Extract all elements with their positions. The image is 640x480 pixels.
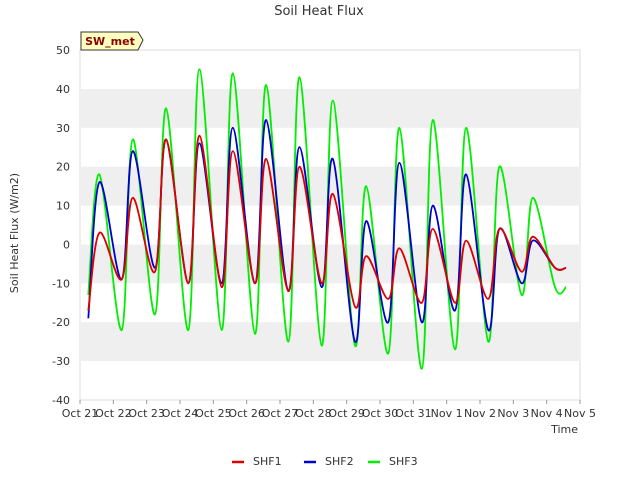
station-badge: SW_met bbox=[80, 31, 144, 51]
y-tick-label: -30 bbox=[52, 355, 70, 368]
x-tick-label: Oct 29 bbox=[328, 407, 365, 420]
y-tick-label: -40 bbox=[52, 394, 70, 407]
x-tick-label: Nov 3 bbox=[497, 407, 529, 420]
x-tick-label: Oct 24 bbox=[162, 407, 199, 420]
x-tick-label: Oct 26 bbox=[228, 407, 265, 420]
station-badge-label: SW_met bbox=[85, 35, 135, 48]
grid-band bbox=[80, 244, 580, 284]
y-tick-label: 30 bbox=[56, 122, 70, 135]
y-tick-label: 50 bbox=[56, 44, 70, 57]
x-tick-label: Oct 25 bbox=[195, 407, 232, 420]
x-tick-label: Nov 4 bbox=[531, 407, 563, 420]
legend-label-shf2: SHF2 bbox=[325, 455, 354, 468]
grid-bands bbox=[79, 49, 581, 401]
x-tick-label: Oct 30 bbox=[362, 407, 399, 420]
y-axis-label: Soil Heat Flux (W/m2) bbox=[8, 173, 21, 293]
chart-title: Soil Heat Flux bbox=[274, 4, 364, 19]
y-axis-ticks: -40 -30 -20 -10 0 10 20 30 40 50 bbox=[52, 44, 70, 407]
y-tick-label: 10 bbox=[56, 200, 70, 213]
x-tick-label: Oct 31 bbox=[395, 407, 432, 420]
x-tick-label: Oct 23 bbox=[128, 407, 165, 420]
x-tick-label: Nov 5 bbox=[564, 407, 596, 420]
x-tick-label: Oct 28 bbox=[295, 407, 332, 420]
x-tick-label: Oct 22 bbox=[95, 407, 132, 420]
x-tick-label: Oct 21 bbox=[62, 407, 99, 420]
legend-label-shf3: SHF3 bbox=[389, 455, 418, 468]
x-tick-label: Oct 27 bbox=[262, 407, 299, 420]
grid-band bbox=[80, 322, 580, 362]
x-axis-label: Time bbox=[550, 423, 578, 436]
y-tick-label: -20 bbox=[52, 316, 70, 329]
x-axis-ticks: Oct 21Oct 22Oct 23Oct 24Oct 25Oct 26Oct … bbox=[62, 400, 596, 420]
x-tick-label: Nov 2 bbox=[464, 407, 496, 420]
y-tick-label: -10 bbox=[52, 277, 70, 290]
y-tick-label: 20 bbox=[56, 161, 70, 174]
legend: SHF1 SHF2 SHF3 bbox=[232, 455, 418, 468]
y-tick-label: 40 bbox=[56, 83, 70, 96]
x-tick-label: Nov 1 bbox=[431, 407, 463, 420]
y-tick-label: 0 bbox=[63, 238, 70, 251]
soil-heat-flux-chart: Soil Heat Flux -40 -30 -20 -10 0 10 20 30 40 50 O… bbox=[8, 4, 596, 468]
legend-label-shf1: SHF1 bbox=[253, 455, 282, 468]
